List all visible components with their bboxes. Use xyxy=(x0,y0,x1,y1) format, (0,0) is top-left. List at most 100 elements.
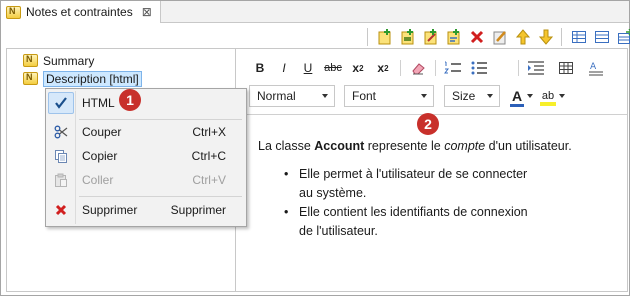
font-family-select[interactable]: Font xyxy=(344,85,434,107)
paragraph-text: represente le xyxy=(364,139,445,153)
view-tab-bar: Notes et contraintes ⊠ xyxy=(1,1,629,23)
list-item-line: Elle permet à l'utilisateur de se connec… xyxy=(299,167,528,181)
numbered-list-button[interactable] xyxy=(442,58,464,78)
menu-item-couper[interactable]: Couper Ctrl+X xyxy=(48,121,244,143)
edit-button[interactable] xyxy=(490,27,510,47)
add-rule-button[interactable] xyxy=(444,27,464,47)
tree-item-label: Description [html] xyxy=(43,70,142,87)
highlight-glyph: ab xyxy=(541,90,555,102)
move-down-button[interactable] xyxy=(536,27,556,47)
chevron-down-icon xyxy=(322,94,328,98)
text-color-icon: A xyxy=(510,88,524,107)
clear-format-button[interactable] xyxy=(407,58,429,78)
paragraph-text: d'un utilisateur. xyxy=(485,139,572,153)
editor-content[interactable]: La classe Account represente le compte d… xyxy=(258,137,618,241)
menu-item-supprimer[interactable]: Supprimer Supprimer xyxy=(48,199,244,221)
add-rule-icon xyxy=(447,29,460,45)
bold-button[interactable]: B xyxy=(249,58,271,78)
numbered-list-icon xyxy=(444,61,461,74)
content-paragraph: La classe Account represente le compte d… xyxy=(258,137,618,156)
bullet-list-icon xyxy=(471,61,487,75)
subscript-mark: 2 xyxy=(359,63,364,73)
superscript-button[interactable]: x2 xyxy=(372,58,394,78)
indent-button[interactable] xyxy=(525,58,547,78)
highlight-icon: ab xyxy=(540,90,556,106)
menu-item-label: HTML xyxy=(82,96,115,110)
toolbar-separator xyxy=(561,28,562,46)
tab-title: Notes et contraintes xyxy=(26,5,133,19)
add-constraint-icon xyxy=(424,29,437,45)
font-family-value: Font xyxy=(352,89,377,103)
bullet-list-button[interactable] xyxy=(468,58,490,78)
text-style-button[interactable]: A xyxy=(585,58,607,78)
toolbar-separator xyxy=(518,60,519,76)
html-note-icon xyxy=(23,72,38,85)
chevron-down-icon xyxy=(421,94,427,98)
menu-item-coller[interactable]: Coller Ctrl+V xyxy=(48,169,244,191)
add-constraint-button[interactable] xyxy=(421,27,441,47)
eraser-icon xyxy=(412,63,425,75)
text-color-swatch xyxy=(510,104,524,107)
menu-item-copier[interactable]: Copier Ctrl+C xyxy=(48,145,244,167)
bold-text: Account xyxy=(314,139,365,153)
tree-item-description[interactable]: Description [html] xyxy=(23,70,142,87)
insert-table-button[interactable] xyxy=(555,58,577,78)
note-icon xyxy=(23,54,38,67)
list-layout-icon xyxy=(595,31,609,43)
svg-text:A: A xyxy=(590,62,597,72)
checkmark-icon xyxy=(48,92,74,114)
content-bullet-list: Elle permet à l'utilisateur de se connec… xyxy=(258,165,618,241)
strikethrough-button[interactable]: abc xyxy=(322,58,344,78)
superscript-mark: 2 xyxy=(384,63,389,73)
copy-icon xyxy=(48,145,74,167)
italic-text: compte xyxy=(444,139,486,153)
menu-item-shortcut: Supprimer xyxy=(170,203,226,217)
export-icon xyxy=(618,29,630,44)
table-layout-icon xyxy=(572,31,586,43)
superscript-x: x xyxy=(377,61,385,75)
italic-button[interactable]: I xyxy=(273,58,295,78)
toolbar-separator xyxy=(435,60,436,76)
insert-table-icon xyxy=(559,62,573,74)
chevron-down-icon xyxy=(527,94,533,98)
list-item: Elle contient les identifiants de connex… xyxy=(284,203,618,241)
view-toolbar xyxy=(365,26,630,48)
delete-button[interactable] xyxy=(467,27,487,47)
font-size-value: Size xyxy=(452,89,476,103)
tab-notes-et-contraintes[interactable]: Notes et contraintes ⊠ xyxy=(1,1,161,23)
close-icon[interactable]: ⊠ xyxy=(142,5,152,19)
delete-x-icon xyxy=(48,199,74,221)
menu-item-label: Coller xyxy=(82,173,114,187)
move-up-button[interactable] xyxy=(513,27,533,47)
paragraph-style-value: Normal xyxy=(257,89,296,103)
menu-item-label: Supprimer xyxy=(82,203,138,217)
font-size-select[interactable]: Size xyxy=(444,85,500,107)
list-item-line: au système. xyxy=(299,186,367,200)
menu-separator xyxy=(79,196,242,197)
add-html-note-button[interactable] xyxy=(398,27,418,47)
paragraph-style-select[interactable]: Normal xyxy=(249,85,335,107)
menu-item-html[interactable]: HTML xyxy=(48,92,244,114)
add-note-button[interactable] xyxy=(375,27,395,47)
formatting-toolbar: B I U abc x2 x2 A xyxy=(249,58,607,78)
highlight-color-button[interactable]: ab xyxy=(540,86,568,106)
list-layout-button[interactable] xyxy=(592,27,612,47)
add-html-note-icon xyxy=(401,29,414,45)
callout-badge-1: 1 xyxy=(119,89,141,111)
text-color-button[interactable]: A xyxy=(510,86,536,107)
delete-x-icon xyxy=(470,30,484,44)
tree-item-summary[interactable]: Summary xyxy=(23,52,94,69)
subscript-button[interactable]: x2 xyxy=(347,58,369,78)
scissors-icon xyxy=(48,121,74,143)
paragraph-text: La classe xyxy=(258,139,315,153)
table-layout-button[interactable] xyxy=(569,27,589,47)
callout-badge-2: 2 xyxy=(417,113,439,135)
underline-button[interactable]: U xyxy=(297,58,319,78)
highlight-swatch xyxy=(540,102,556,106)
arrow-down-icon xyxy=(538,29,554,45)
menu-item-shortcut: Ctrl+V xyxy=(192,173,226,187)
export-button[interactable] xyxy=(615,27,630,47)
list-item: Elle permet à l'utilisateur de se connec… xyxy=(284,165,618,203)
arrow-up-icon xyxy=(515,29,531,45)
tree-item-label: Summary xyxy=(43,53,95,68)
